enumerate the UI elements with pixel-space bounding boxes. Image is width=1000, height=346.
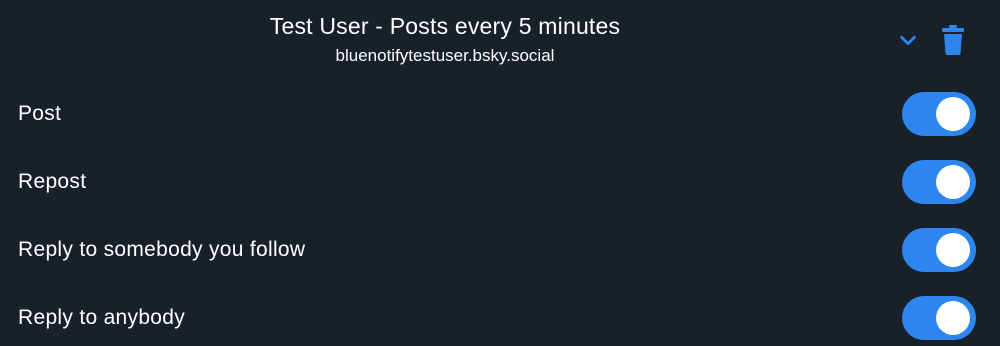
setting-label: Reply to anybody xyxy=(18,306,186,329)
account-header: Test User - Posts every 5 minutes blueno… xyxy=(0,0,1000,80)
chevron-down-icon xyxy=(900,35,916,46)
setting-row-repost: Repost xyxy=(0,148,1000,216)
expand-button[interactable] xyxy=(890,22,926,58)
account-display-name: Test User - Posts every 5 minutes xyxy=(269,13,621,39)
setting-label: Post xyxy=(18,102,62,125)
trash-icon xyxy=(942,25,964,55)
setting-label: Reply to somebody you follow xyxy=(18,238,306,261)
reply-following-toggle[interactable] xyxy=(902,228,976,272)
post-toggle[interactable] xyxy=(902,92,976,136)
repost-toggle[interactable] xyxy=(902,160,976,204)
toggle-knob xyxy=(936,301,970,335)
setting-label: Repost xyxy=(18,170,87,193)
toggle-knob xyxy=(936,97,970,131)
setting-row-post: Post xyxy=(0,80,1000,148)
account-handle: bluenotifytestuser.bsky.social xyxy=(335,46,555,65)
toggle-knob xyxy=(936,233,970,267)
reply-anybody-toggle[interactable] xyxy=(902,296,976,340)
delete-account-button[interactable] xyxy=(935,22,971,58)
notification-settings-panel: Test User - Posts every 5 minutes blueno… xyxy=(0,0,1000,346)
toggle-knob xyxy=(936,165,970,199)
setting-row-reply-following: Reply to somebody you follow xyxy=(0,216,1000,284)
setting-row-reply-anybody: Reply to anybody xyxy=(0,284,1000,346)
